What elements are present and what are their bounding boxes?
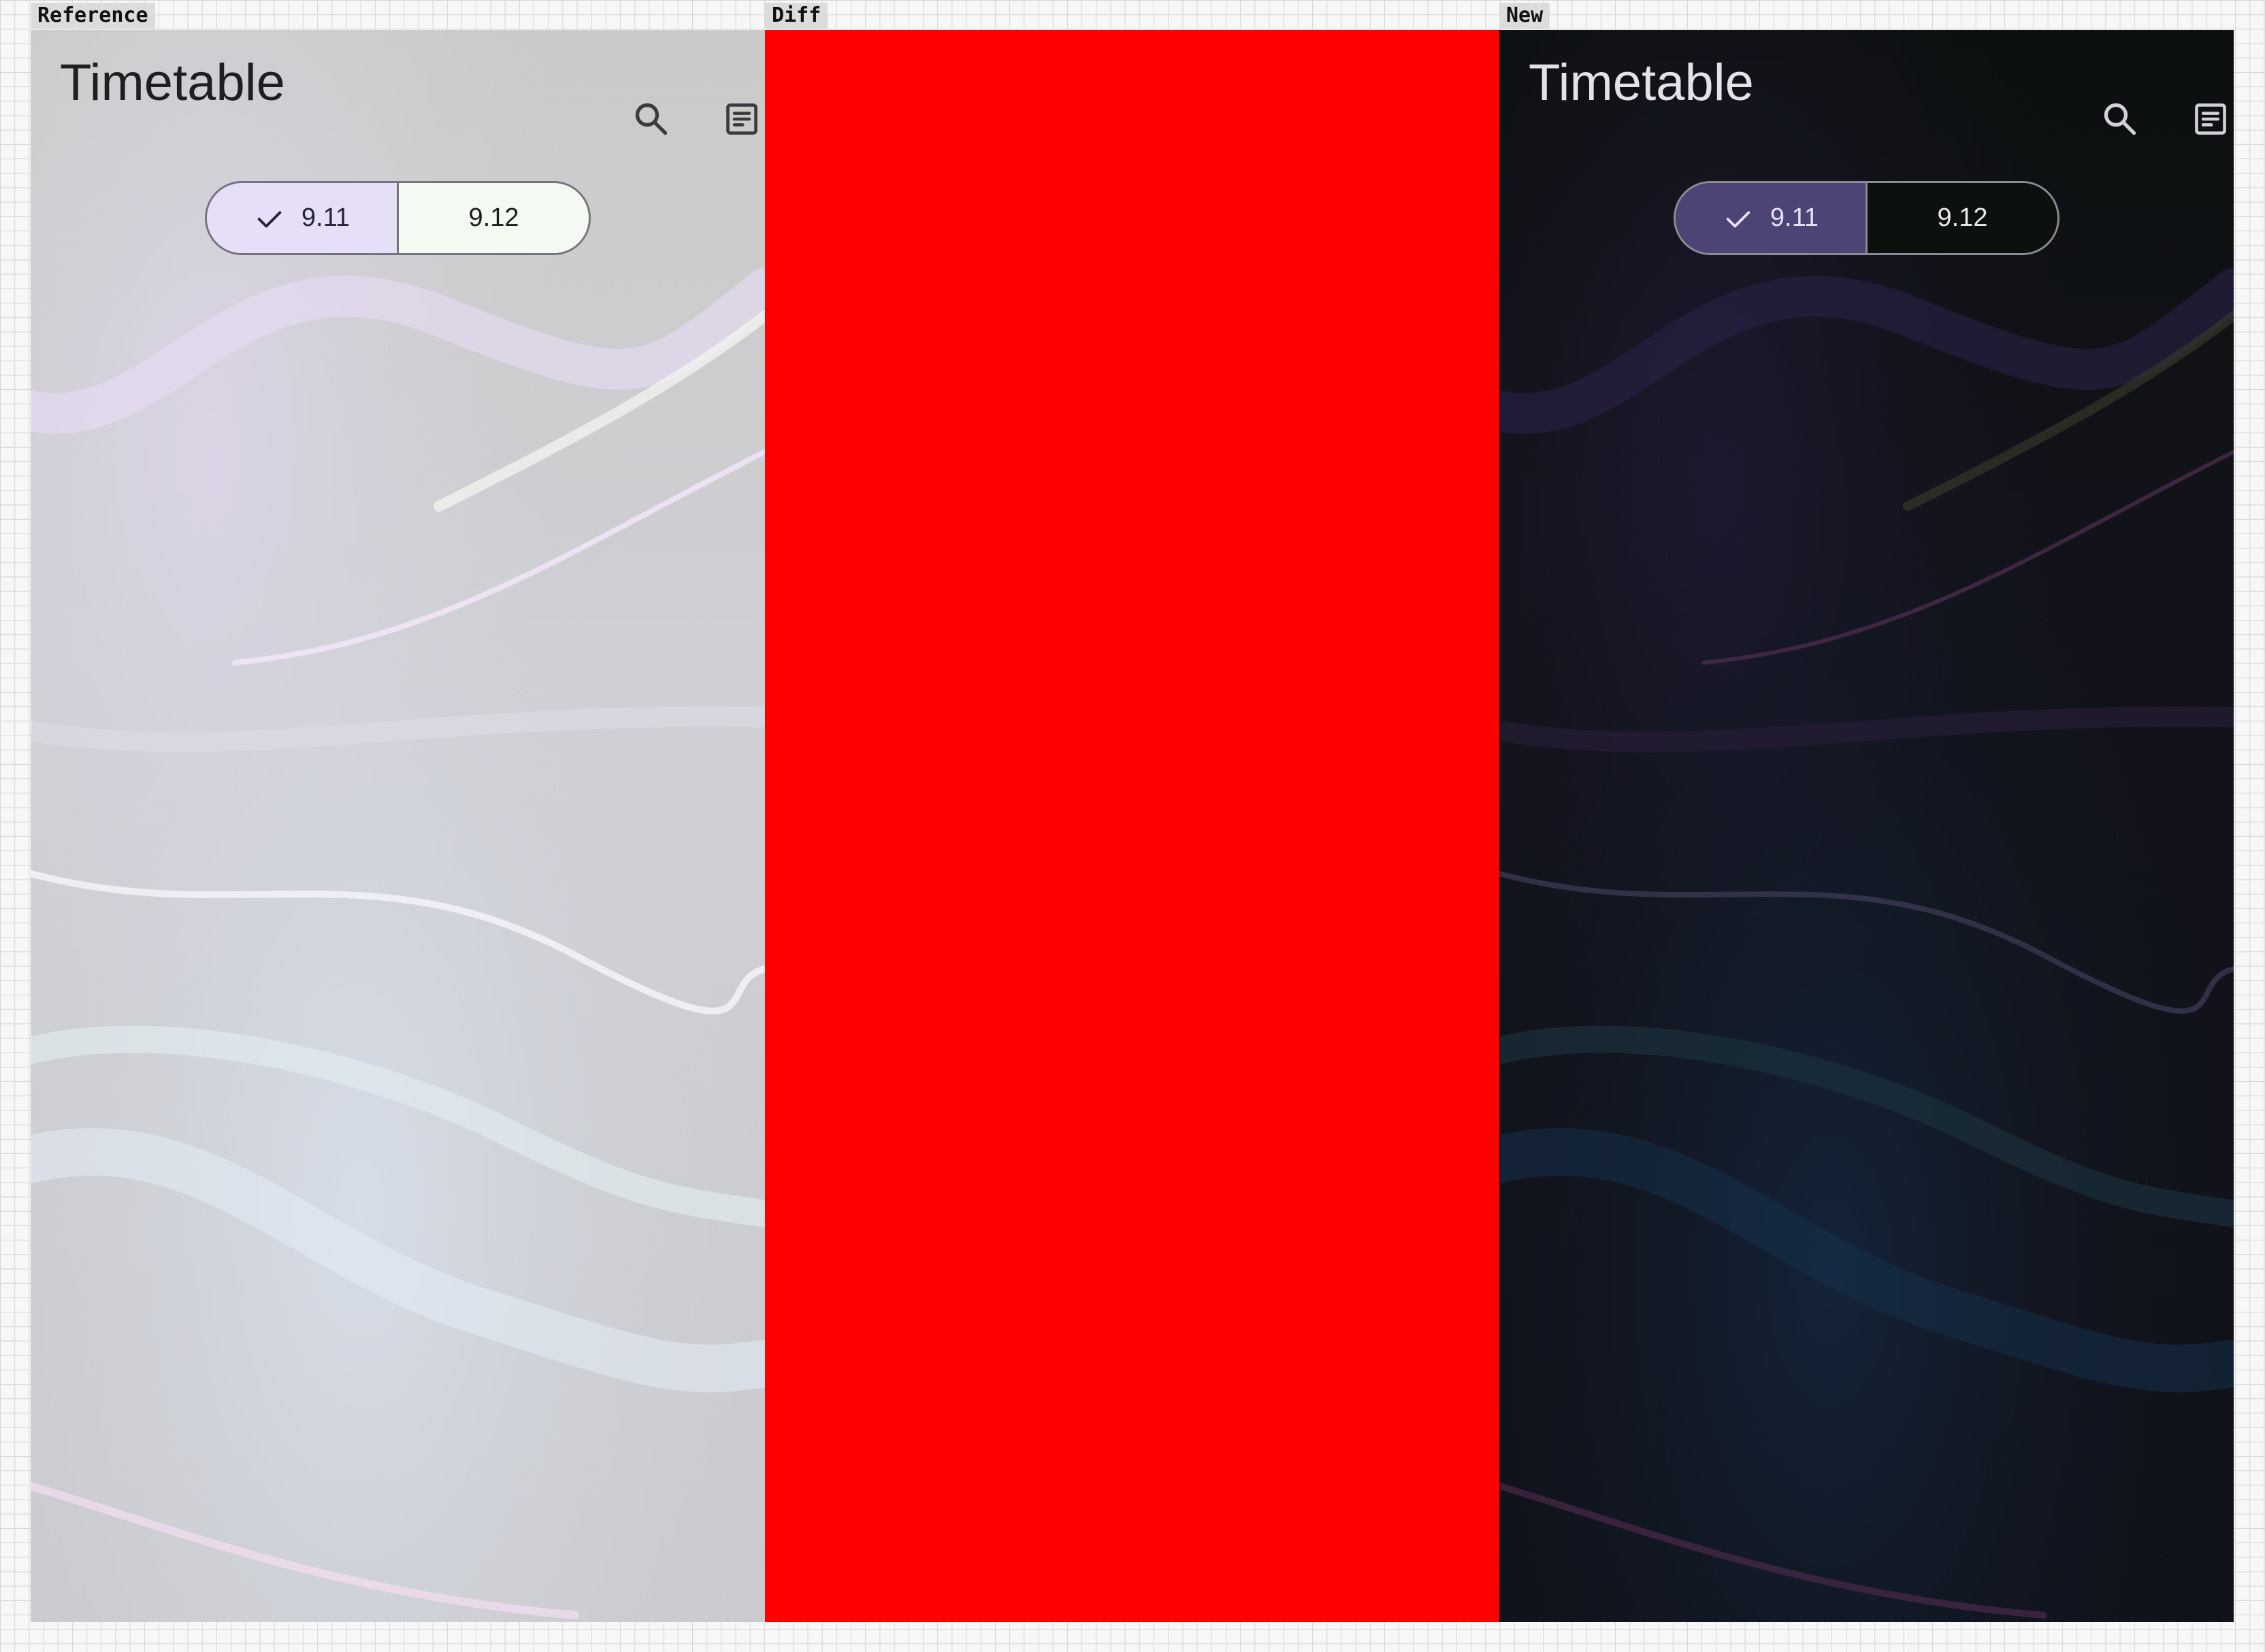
page-title: Timetable — [1529, 54, 1754, 112]
day-tab-label: 9.11 — [1770, 203, 1819, 232]
search-button[interactable] — [2087, 86, 2153, 152]
day-tab-label: 9.12 — [1937, 203, 1988, 232]
wallpaper-background — [31, 30, 765, 1622]
search-button[interactable] — [619, 86, 684, 152]
day-selector: 9.11 9.12 — [1674, 181, 2059, 255]
day-tab-9-11[interactable]: 9.11 — [207, 183, 397, 253]
new-screen: Timetable 9.11 9.12 — [1499, 30, 2234, 1622]
day-tab-9-12[interactable]: 9.12 — [1865, 183, 2057, 253]
search-icon — [635, 103, 668, 135]
notes-icon — [2195, 103, 2226, 135]
diff-label: Diff — [765, 3, 828, 29]
check-icon — [1726, 210, 1750, 227]
page-title: Timetable — [60, 54, 285, 112]
day-tab-label: 9.11 — [301, 203, 351, 232]
notes-button[interactable] — [709, 86, 765, 152]
reference-label: Reference — [31, 3, 155, 29]
reference-screen: Timetable 9.11 9.12 — [31, 30, 765, 1622]
day-tab-9-11[interactable]: 9.11 — [1676, 183, 1865, 253]
day-tab-9-12[interactable]: 9.12 — [397, 183, 589, 253]
new-label: New — [1499, 3, 1550, 29]
search-icon — [2104, 103, 2136, 135]
notes-button[interactable] — [2178, 86, 2234, 152]
day-tab-label: 9.12 — [468, 203, 519, 232]
notes-icon — [726, 103, 757, 135]
wallpaper-background — [1499, 30, 2234, 1622]
day-selector: 9.11 9.12 — [205, 181, 591, 255]
diff-panel — [765, 30, 1499, 1622]
check-icon — [257, 210, 282, 227]
